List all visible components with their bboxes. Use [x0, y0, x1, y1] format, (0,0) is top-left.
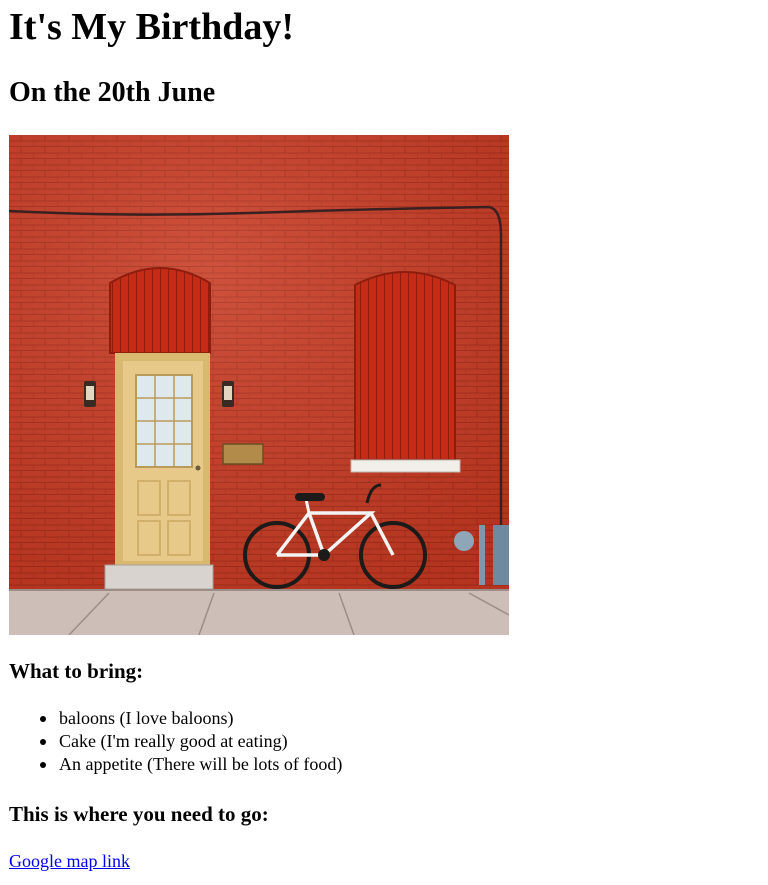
- list-item-text: baloons (I love baloons): [59, 708, 234, 728]
- list-item: baloons (I love baloons): [40, 707, 342, 730]
- bullet-icon: [40, 762, 46, 768]
- google-map-link[interactable]: Google map link: [9, 850, 130, 873]
- page-title: It's My Birthday!: [9, 6, 294, 48]
- bring-list: baloons (I love baloons) Cake (I'm reall…: [9, 707, 342, 776]
- list-item-text: Cake (I'm really good at eating): [59, 731, 288, 751]
- bullet-icon: [40, 739, 46, 745]
- list-item: An appetite (There will be lots of food): [40, 753, 343, 776]
- location-heading: This is where you need to go:: [9, 802, 269, 826]
- list-item: Cake (I'm really good at eating): [40, 730, 342, 753]
- bullet-icon: [40, 716, 46, 722]
- birthday-photo: [9, 135, 509, 635]
- page-subtitle: On the 20th June: [9, 77, 216, 108]
- red-brick-wall-photo-icon: [9, 135, 509, 635]
- bring-heading: What to bring:: [9, 659, 144, 683]
- list-item-text: An appetite (There will be lots of food): [59, 754, 343, 774]
